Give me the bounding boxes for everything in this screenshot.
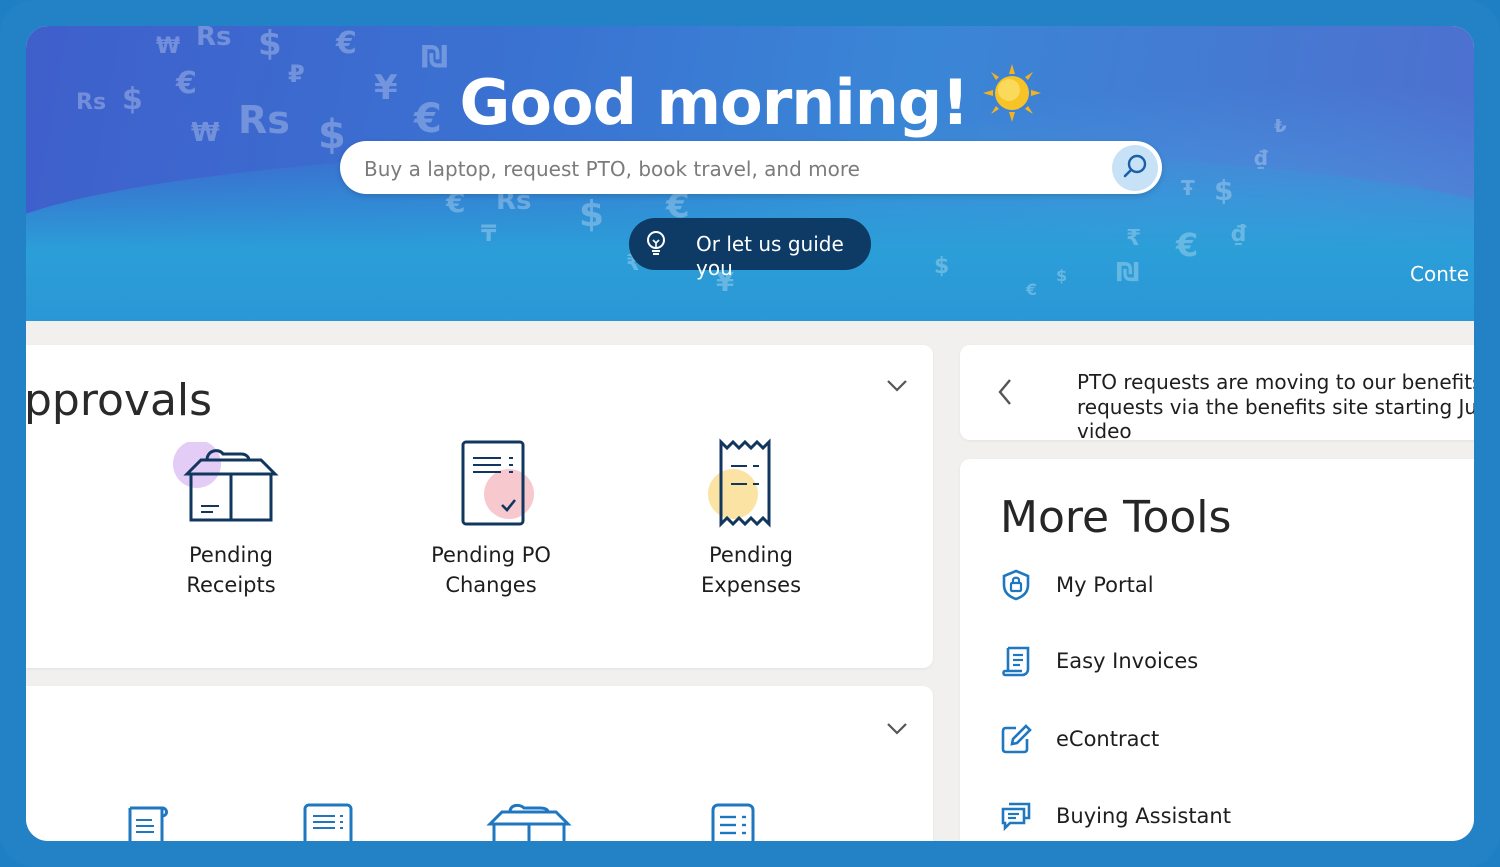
shield-lock-icon [1000,569,1032,606]
more-tools-card: More Tools My Portal Easy Invoices eCont… [960,459,1474,841]
announcement-text: PTO requests are moving to our benefits … [1077,370,1474,444]
checklist-icon [710,802,756,841]
document-scroll-icon [124,802,174,841]
lightbulb-icon [645,230,667,261]
chevron-down-icon[interactable] [886,722,908,741]
hero-banner: Rs $ ₩ € ₪ $ Rs € Rs ₽ $ ¥ € ₩ € Rs $ ₸ … [26,26,1474,321]
video-link[interactable]: video [1077,419,1474,444]
search-icon [1122,153,1148,184]
search-input[interactable] [362,141,1106,196]
chevron-left-icon[interactable] [997,378,1013,411]
edit-icon [1000,723,1032,760]
search-bar[interactable] [340,141,1162,196]
pending-expenses-tile[interactable]: Pending Expenses [641,438,861,600]
more-tools-title: More Tools [1000,492,1232,543]
device-frame: Rs $ ₩ € ₪ $ Rs € Rs ₽ $ ¥ € ₩ € Rs $ ₸ … [0,0,1500,867]
chevron-down-icon[interactable] [886,379,908,398]
greeting-heading: Good morning! [26,64,1474,143]
sun-icon [982,64,1041,137]
tool-easy-invoices[interactable]: Easy Invoices [1000,641,1460,681]
tool-my-portal[interactable]: My Portal [1000,565,1460,605]
list-document-icon [302,802,356,841]
pending-receipts-tile[interactable]: Pending Receipts [121,438,341,600]
chat-icon [1000,800,1032,837]
announcement-carousel: PTO requests are moving to our benefits … [960,345,1474,443]
app-screen: Rs $ ₩ € ₪ $ Rs € Rs ₽ $ ¥ € ₩ € Rs $ ₸ … [26,26,1474,841]
secondary-card [26,686,933,841]
approvals-card: pprovals Pending Receipts Pending PO Cha… [26,345,933,668]
open-box-icon [486,802,576,841]
document-check-icon [381,438,601,540]
guide-me-button[interactable]: Or let us guide you [629,218,871,280]
receipt-icon [641,438,861,540]
guide-me-label: Or let us guide you [696,232,844,280]
search-button[interactable] [1112,145,1158,191]
invoice-icon [1000,645,1032,682]
pending-po-changes-tile[interactable]: Pending PO Changes [381,438,601,600]
tool-econtract[interactable]: eContract [1000,719,1460,759]
open-box-icon [121,438,341,540]
content-link-truncated[interactable]: Conte [1410,262,1469,286]
tool-buying-assistant[interactable]: Buying Assistant [1000,796,1460,836]
approvals-title: pprovals [26,375,213,426]
